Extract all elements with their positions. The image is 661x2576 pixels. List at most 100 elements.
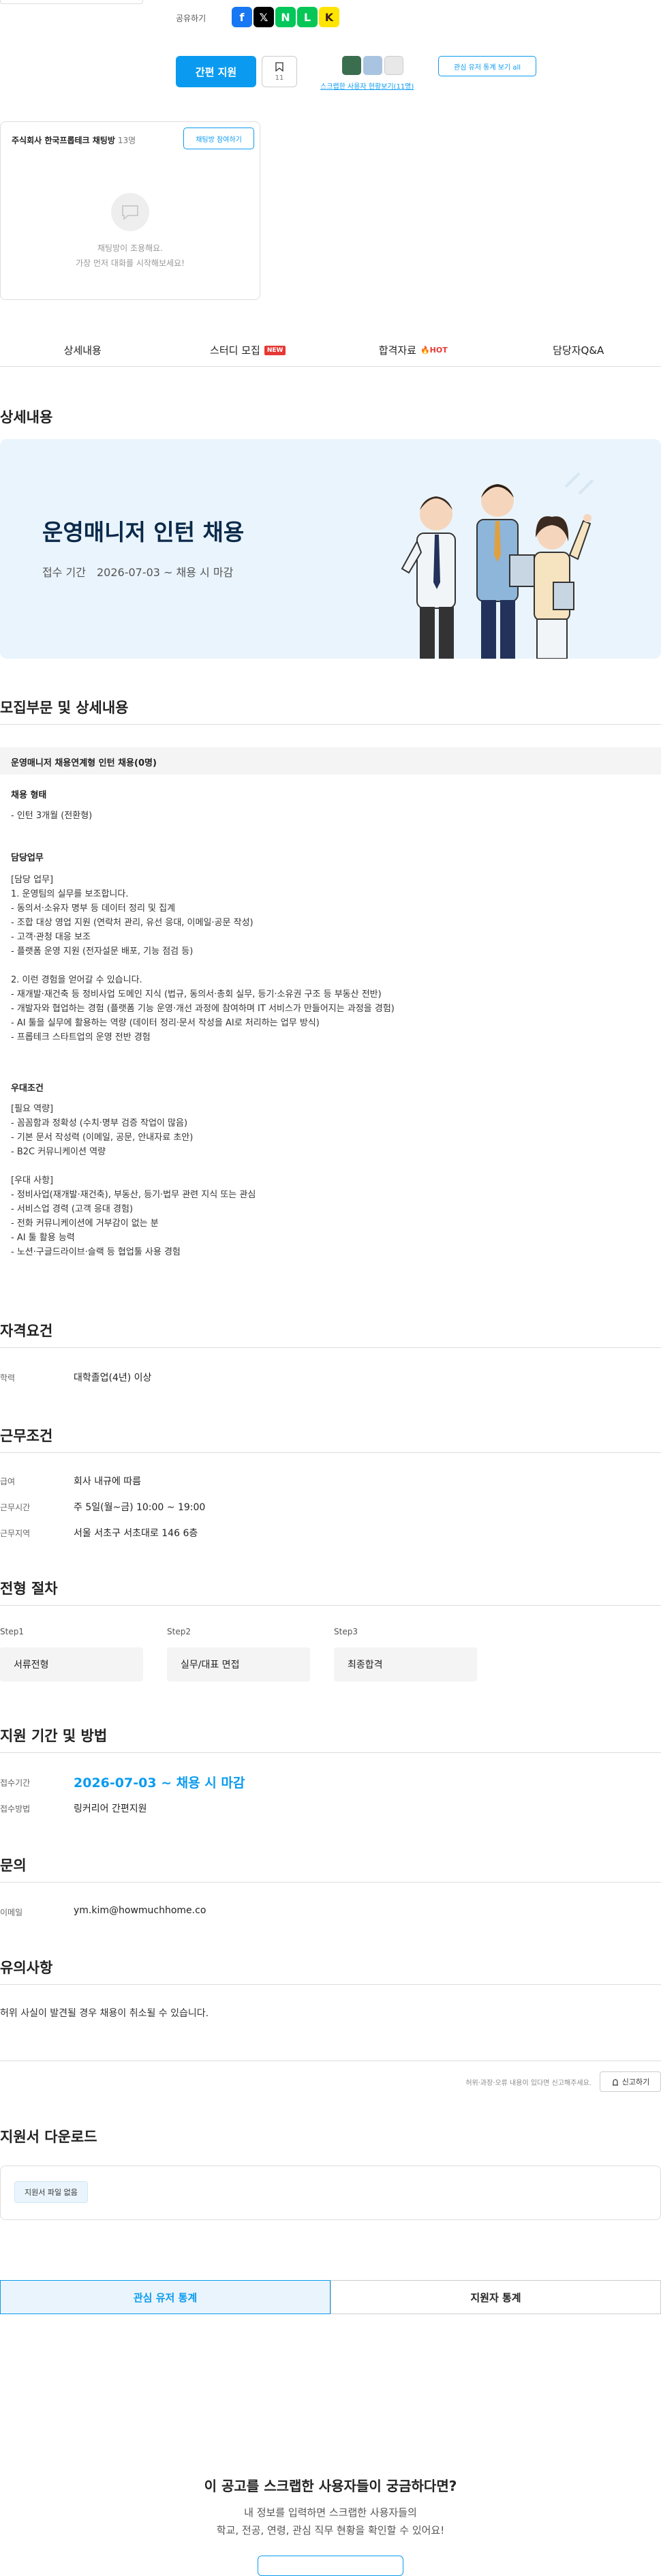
hours-value: 주 5일(월~금) 10:00 ~ 19:00 bbox=[74, 1500, 205, 1514]
duties-label: 담당업무 bbox=[11, 851, 44, 865]
step2-box: 실무/대표 면접 bbox=[167, 1647, 310, 1681]
position-title: 운영매니저 채용연계형 인턴 채용(0명) bbox=[11, 755, 157, 768]
tab-interest-stats[interactable]: 관심 유저 통계 bbox=[0, 2280, 330, 2314]
report-button[interactable]: 신고하기 bbox=[600, 2071, 661, 2092]
chat-title-text: 주식회사 한국프롭테크 채팅방 bbox=[12, 136, 115, 145]
pref-label: 우대조건 bbox=[11, 1081, 44, 1096]
step1-label: Step1 bbox=[0, 1627, 24, 1636]
detail-heading: 상세내용 bbox=[0, 406, 52, 427]
email-value[interactable]: ym.kim@howmuchhome.co bbox=[74, 1905, 206, 1916]
location-value: 서울 서초구 서초대로 146 6층 bbox=[74, 1526, 198, 1540]
divider bbox=[0, 1605, 661, 1606]
edu-label: 학력 bbox=[0, 1372, 15, 1383]
period-method-value: 링커리어 간편지원 bbox=[74, 1801, 147, 1815]
naver-icon[interactable]: N bbox=[275, 7, 296, 27]
salary-label: 급여 bbox=[0, 1476, 15, 1487]
cta-title: 이 공고를 스크랩한 사용자들이 궁금하다면? bbox=[0, 2475, 661, 2495]
step1-box: 서류전형 bbox=[0, 1647, 143, 1681]
bookmark-count: 11 bbox=[275, 74, 284, 82]
stats-tabs: 관심 유저 통계 지원자 통계 bbox=[0, 2280, 661, 2314]
divider bbox=[0, 1882, 661, 1883]
chat-bubble-icon bbox=[111, 193, 149, 231]
avatar bbox=[342, 56, 361, 75]
notes-heading: 유의사항 bbox=[0, 1957, 52, 1977]
qualification-heading: 자격요건 bbox=[0, 1320, 52, 1341]
tab-applicant-stats[interactable]: 지원자 통계 bbox=[330, 2280, 661, 2314]
duties-text: [담당 업무] 1. 운영팀의 실무를 보조합니다. - 동의서·소유자 명부 … bbox=[11, 873, 395, 1045]
banner-period: 접수 기간 2026-07-03 ~ 채용 시 마감 bbox=[42, 563, 233, 580]
bookmark-button[interactable]: 11 bbox=[262, 56, 297, 87]
tab-pass-materials[interactable]: 합격자료 🔥HOT bbox=[330, 334, 496, 366]
banner-title: 운영매니저 인턴 채용 bbox=[42, 514, 244, 547]
report-text: 허위·과장·오류 내용이 있다면 신고해주세요. bbox=[465, 2077, 591, 2087]
chat-join-button[interactable]: 채팅방 참여하기 bbox=[183, 128, 254, 149]
cta-line2: 학교, 전공, 연령, 관심 직무 현황을 확인할 수 있어요! bbox=[0, 2521, 661, 2539]
kakao-icon[interactable]: K bbox=[319, 7, 339, 27]
download-box: 지원서 파일 없음 bbox=[0, 2166, 661, 2220]
divider bbox=[0, 1452, 661, 1453]
chat-room-card: 주식회사 한국프롭테크 채팅방13명 채팅방 참여하기 채팅방이 조용해요. 가… bbox=[0, 121, 260, 300]
chat-member-count: 13명 bbox=[118, 136, 136, 145]
period-date-label: 접수기간 bbox=[0, 1777, 30, 1788]
tab-study-label: 스터디 모집 bbox=[210, 343, 260, 357]
x-icon[interactable]: 𝕏 bbox=[253, 7, 274, 27]
step3-label: Step3 bbox=[334, 1627, 358, 1636]
chat-empty-message: 채팅방이 조용해요. 가장 먼저 대화를 시작해보세요! bbox=[1, 241, 260, 271]
chat-empty-line1: 채팅방이 조용해요. bbox=[1, 241, 260, 256]
no-file-chip: 지원서 파일 없음 bbox=[14, 2181, 88, 2203]
location-label: 근무지역 bbox=[0, 1527, 30, 1539]
edu-value: 대학졸업(4년) 이상 bbox=[74, 1371, 151, 1384]
report-button-label: 신고하기 bbox=[622, 2076, 649, 2087]
job-banner: 운영매니저 인턴 채용 접수 기간 2026-07-03 ~ 채용 시 마감 bbox=[0, 439, 661, 659]
top-card-edge bbox=[0, 0, 143, 4]
quick-apply-button[interactable]: 간편 지원 bbox=[176, 56, 256, 87]
hot-badge: 🔥HOT bbox=[420, 346, 448, 355]
salary-value: 회사 내규에 따름 bbox=[74, 1474, 141, 1488]
tab-detail[interactable]: 상세내용 bbox=[0, 334, 166, 366]
new-badge: NEW bbox=[264, 346, 286, 355]
banner-period-value: 2026-07-03 ~ 채용 시 마감 bbox=[97, 566, 233, 579]
divider bbox=[0, 1984, 661, 1985]
employment-value: - 인턴 3개월 (전환형) bbox=[11, 809, 92, 823]
divider bbox=[0, 1752, 661, 1753]
step3-box: 최종합격 bbox=[334, 1647, 477, 1681]
conditions-heading: 근무조건 bbox=[0, 1425, 52, 1446]
cta-subtitle: 내 정보를 입력하면 스크랩한 사용자들의 학교, 전공, 연령, 관심 직무 … bbox=[0, 2504, 661, 2539]
interest-stats-button[interactable]: 관심 유저 통계 보기 all bbox=[438, 56, 536, 76]
notes-text: 허위 사실이 발견될 경우 채용이 취소될 수 있습니다. bbox=[0, 2006, 209, 2020]
siren-icon bbox=[611, 2078, 619, 2086]
process-heading: 전형 절차 bbox=[0, 1578, 58, 1598]
step2-label: Step2 bbox=[167, 1627, 191, 1636]
period-method-label: 접수방법 bbox=[0, 1803, 30, 1814]
period-date-value: 2026-07-03 ~ 채용 시 마감 bbox=[74, 1773, 245, 1791]
period-heading: 지원 기간 및 방법 bbox=[0, 1725, 107, 1746]
pref-text: [필요 역량] - 꼼꼼함과 정확성 (수치·명부 검증 작업이 많음) - 기… bbox=[11, 1102, 256, 1259]
line-icon[interactable]: L bbox=[297, 7, 318, 27]
share-label: 공유하기 bbox=[176, 12, 206, 24]
position-bar: 운영매니저 채용연계형 인턴 채용(0명) bbox=[0, 747, 661, 775]
avatar bbox=[363, 56, 382, 75]
divider bbox=[0, 1347, 661, 1348]
cta-line1: 내 정보를 입력하면 스크랩한 사용자들의 bbox=[0, 2504, 661, 2521]
divider bbox=[0, 724, 661, 725]
contact-heading: 문의 bbox=[0, 1855, 27, 1875]
recruit-heading: 모집부문 및 상세내용 bbox=[0, 697, 129, 717]
avatar bbox=[384, 56, 403, 75]
scrap-users-link[interactable]: 스크랩한 사용자 현황보기(11명) bbox=[320, 80, 414, 91]
tab-pass-label: 합격자료 bbox=[379, 343, 416, 357]
report-row: 허위·과장·오류 내용이 있다면 신고해주세요. 신고하기 bbox=[465, 2071, 661, 2092]
tab-study[interactable]: 스터디 모집 NEW bbox=[166, 334, 331, 366]
tab-qa[interactable]: 담당자Q&A bbox=[496, 334, 661, 366]
chat-title: 주식회사 한국프롭테크 채팅방13명 bbox=[12, 134, 136, 146]
banner-period-label: 접수 기간 bbox=[42, 566, 86, 579]
bookmark-icon bbox=[275, 62, 283, 72]
employment-label: 채용 형태 bbox=[11, 788, 46, 803]
hours-label: 근무시간 bbox=[0, 1501, 30, 1513]
cta-button[interactable] bbox=[258, 2556, 403, 2576]
office-workers-illustration bbox=[382, 453, 613, 659]
email-label: 이메일 bbox=[0, 1906, 22, 1918]
download-heading: 지원서 다운로드 bbox=[0, 2126, 97, 2146]
facebook-icon[interactable]: f bbox=[232, 7, 252, 27]
scrap-avatars bbox=[342, 56, 405, 75]
content-tabs: 상세내용 스터디 모집 NEW 합격자료 🔥HOT 담당자Q&A bbox=[0, 334, 661, 367]
